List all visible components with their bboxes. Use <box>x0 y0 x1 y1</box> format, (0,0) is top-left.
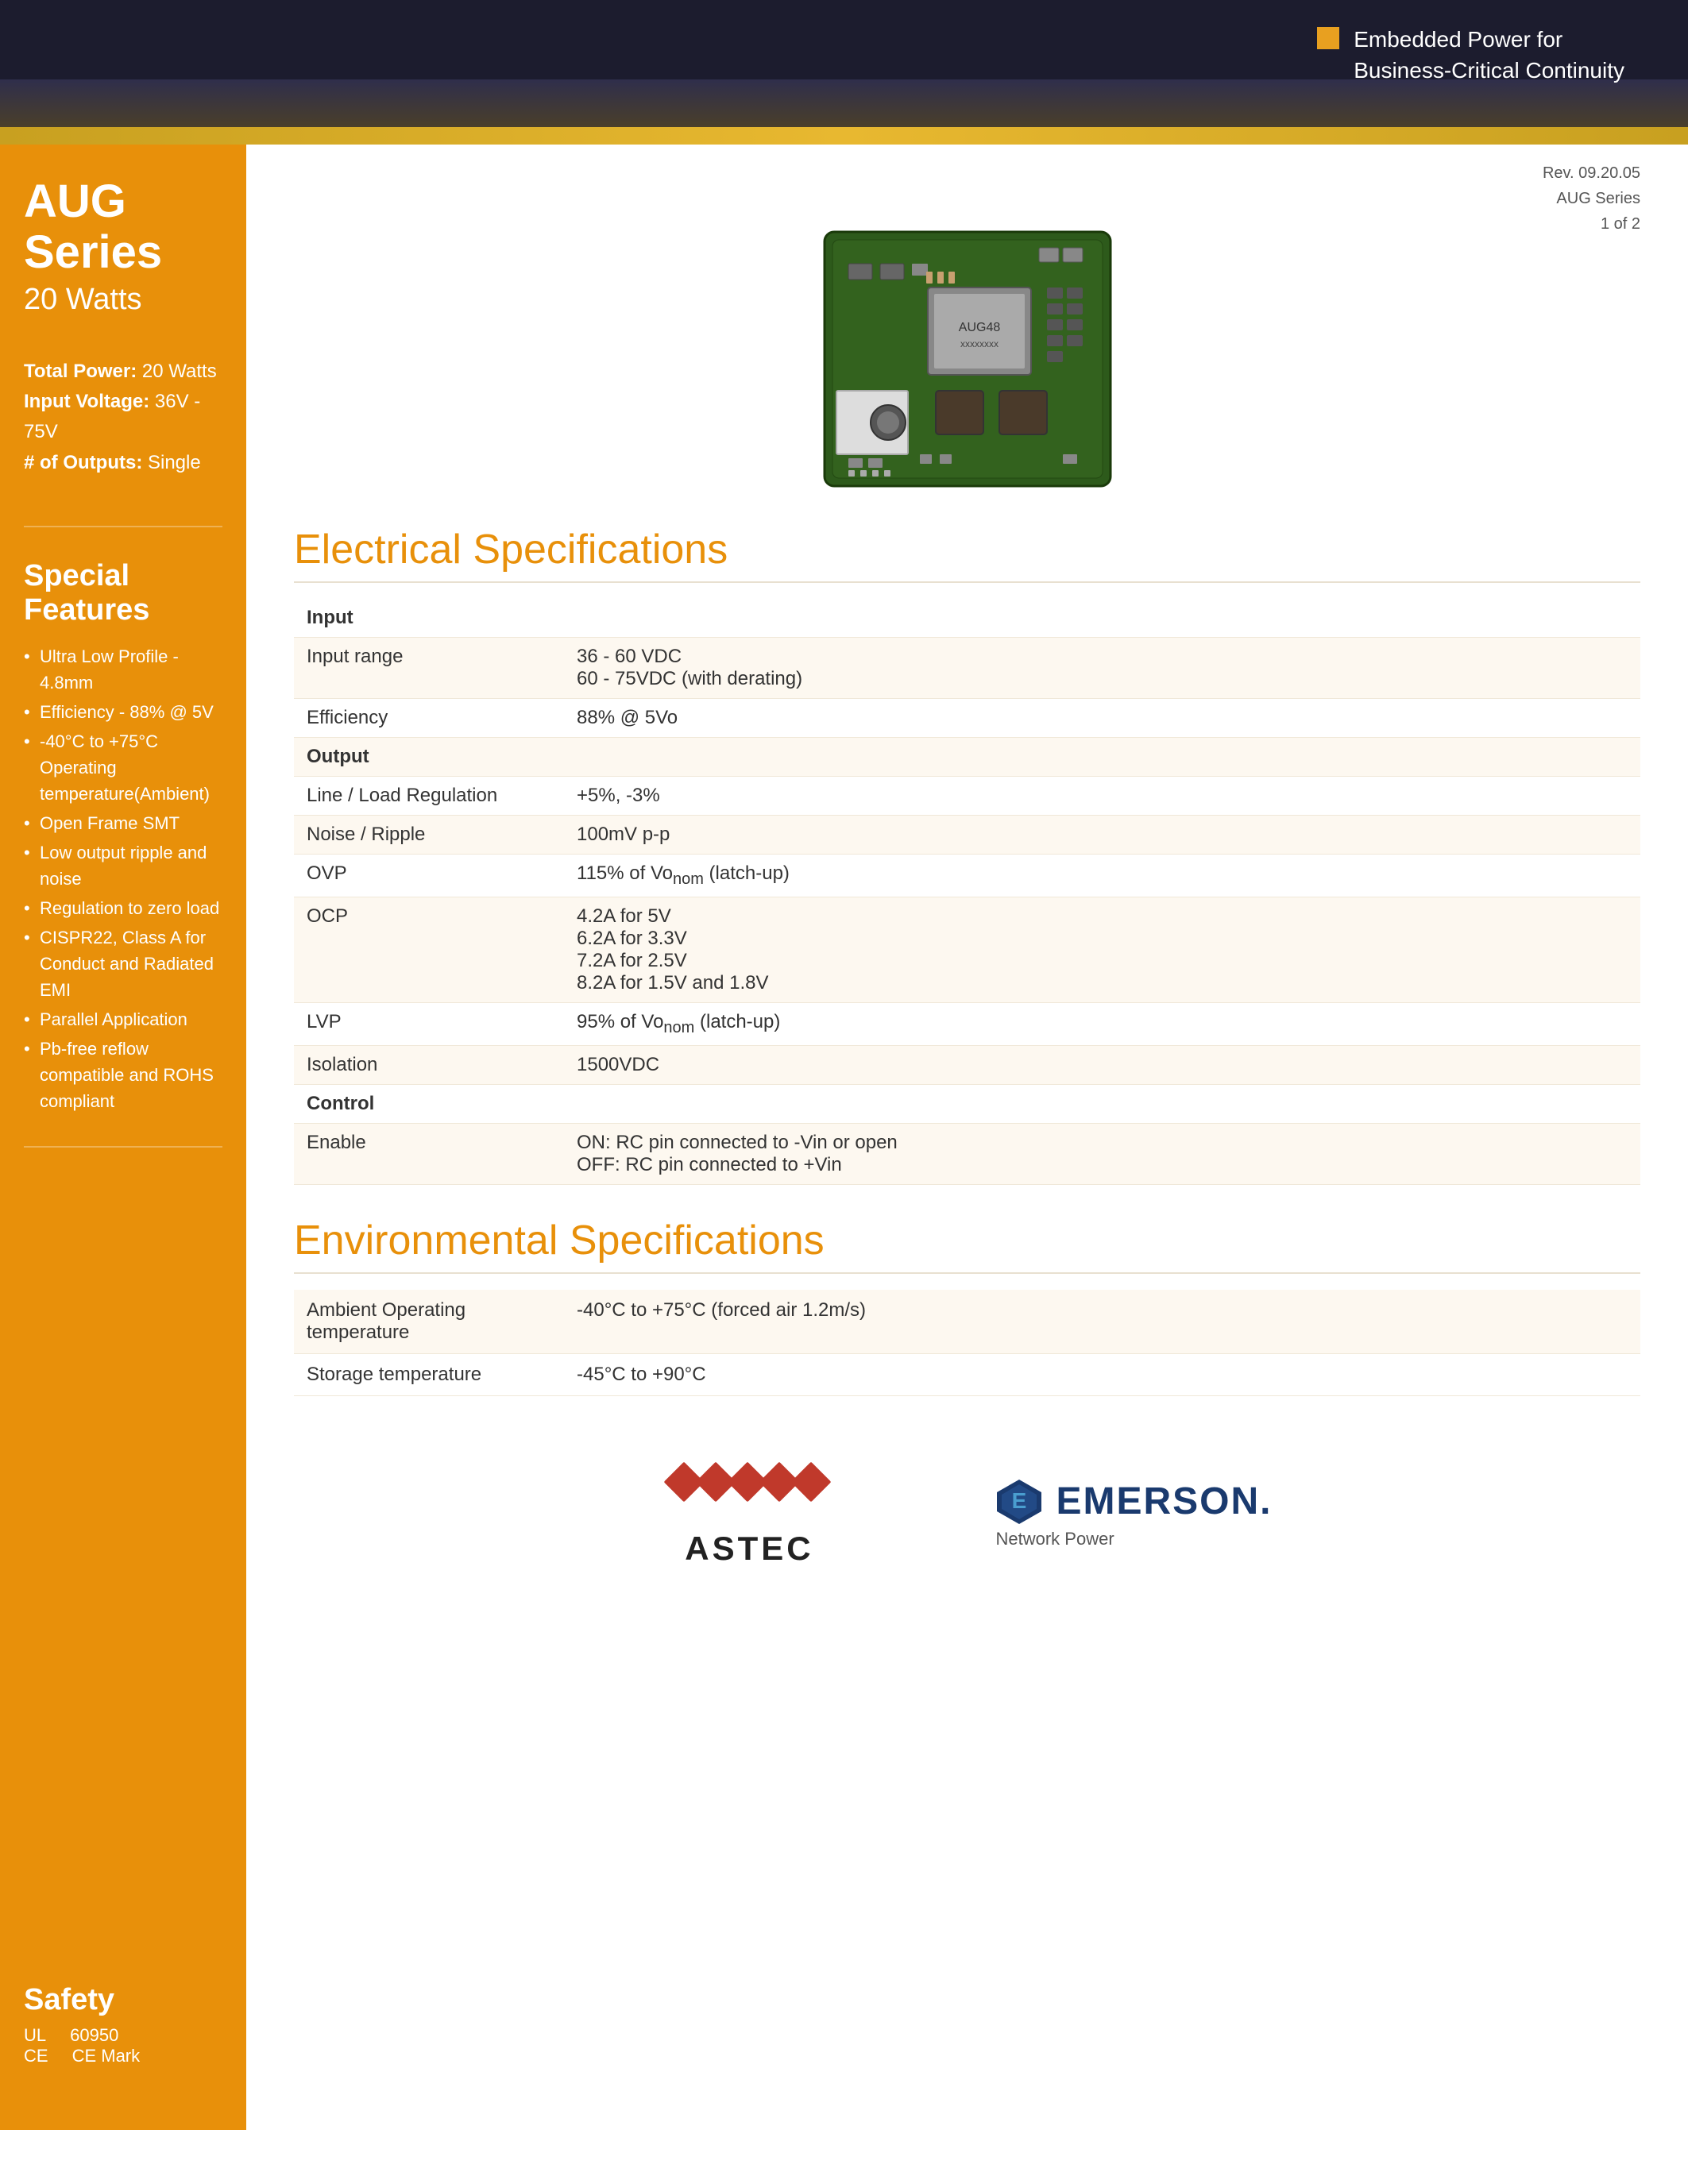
sidebar-divider-1 <box>24 526 222 527</box>
svg-text:AUG48: AUG48 <box>958 321 1000 334</box>
electrical-specs-section: Electrical Specifications Input Input ra… <box>294 526 1640 1185</box>
enable-label: Enable <box>294 1123 564 1184</box>
storage-temp-row: Storage temperature -45°C to +90°C <box>294 1353 1640 1395</box>
electrical-specs-table: Input Input range 36 - 60 VDC 60 - 75VDC… <box>294 599 1640 1185</box>
noise-ripple-label: Noise / Ripple <box>294 816 564 855</box>
efficiency-value: 88% @ 5Vo <box>564 699 1640 738</box>
emerson-subtitle: Network Power <box>995 1529 1114 1549</box>
astec-diamonds-svg <box>662 1460 836 1523</box>
storage-temp-label: Storage temperature <box>294 1353 564 1395</box>
sidebar-safety-title: Safety <box>24 1983 140 2017</box>
ambient-temp-label: Ambient Operating temperature <box>294 1290 564 1354</box>
svg-text:xxxxxxxx: xxxxxxxx <box>960 338 999 349</box>
line-load-label: Line / Load Regulation <box>294 777 564 816</box>
input-header: Input <box>294 599 1640 638</box>
lvp-value: 95% of Vonom (latch-up) <box>564 1002 1640 1045</box>
emerson-top: E EMERSON. <box>995 1478 1272 1526</box>
astec-logo: ASTEC <box>662 1460 836 1568</box>
feature-item: Regulation to zero load <box>24 895 222 921</box>
line-load-value: +5%, -3% <box>564 777 1640 816</box>
feature-item: Open Frame SMT <box>24 810 222 836</box>
output-header: Output <box>294 738 1640 777</box>
ocp-value: 4.2A for 5V 6.2A for 3.3V 7.2A for 2.5V … <box>564 897 1640 1002</box>
product-image-container: AUG48 xxxxxxxx <box>294 224 1640 494</box>
output-header-row: Output <box>294 738 1640 777</box>
astec-diamonds <box>662 1460 836 1523</box>
svg-text:E: E <box>1012 1488 1027 1513</box>
astec-text: ASTEC <box>685 1530 813 1568</box>
sidebar-input-voltage: Input Voltage: 36V - 75V <box>24 387 222 448</box>
storage-temp-value: -45°C to +90°C <box>564 1353 1640 1395</box>
enable-value: ON: RC pin connected to -Vin or open OFF… <box>564 1123 1640 1184</box>
emerson-icon-svg: E <box>995 1478 1043 1526</box>
noise-ripple-row: Noise / Ripple 100mV p-p <box>294 816 1640 855</box>
ocp-label: OCP <box>294 897 564 1002</box>
lvp-label: LVP <box>294 1002 564 1045</box>
sidebar: AUG Series 20 Watts Total Power: 20 Watt… <box>0 145 246 2130</box>
input-range-label: Input range <box>294 638 564 699</box>
sidebar-safety: Safety UL 60950 CE CE Mark <box>24 1983 140 2066</box>
isolation-row: Isolation 1500VDC <box>294 1045 1640 1084</box>
header-accent-bar <box>0 127 1688 145</box>
rev-info: Rev. 09.20.05 AUG Series 1 of 2 <box>1543 160 1640 237</box>
sidebar-specs: Total Power: 20 Watts Input Voltage: 36V… <box>24 357 222 479</box>
sidebar-series-title: AUG Series <box>24 176 222 278</box>
ovp-value: 115% of Vonom (latch-up) <box>564 855 1640 897</box>
sidebar-divider-2 <box>24 1146 222 1148</box>
input-range-row: Input range 36 - 60 VDC 60 - 75VDC (with… <box>294 638 1640 699</box>
main-layout: AUG Series 20 Watts Total Power: 20 Watt… <box>0 145 1688 2130</box>
lvp-row: LVP 95% of Vonom (latch-up) <box>294 1002 1640 1045</box>
enable-row: Enable ON: RC pin connected to -Vin or o… <box>294 1123 1640 1184</box>
efficiency-label: Efficiency <box>294 699 564 738</box>
noise-ripple-value: 100mV p-p <box>564 816 1640 855</box>
emerson-name: EMERSON. <box>1056 1480 1272 1523</box>
sidebar-watts: 20 Watts <box>24 283 222 317</box>
ovp-row: OVP 115% of Vonom (latch-up) <box>294 855 1640 897</box>
sidebar-special-features-title: Special Features <box>24 559 222 627</box>
feature-item: Low output ripple and noise <box>24 839 222 892</box>
feature-item: Parallel Application <box>24 1006 222 1032</box>
environmental-specs-title: Environmental Specifications <box>294 1217 1640 1274</box>
sidebar-safety-ul: UL 60950 <box>24 2025 140 2046</box>
ambient-temp-row: Ambient Operating temperature -40°C to +… <box>294 1290 1640 1354</box>
isolation-value: 1500VDC <box>564 1045 1640 1084</box>
control-header: Control <box>294 1084 1640 1123</box>
sidebar-features-list: Ultra Low Profile - 4.8mm Efficiency - 8… <box>24 643 222 1114</box>
emerson-logo: E EMERSON. Network Power <box>995 1478 1272 1549</box>
feature-item: Pb-free reflow compatible and ROHS compl… <box>24 1036 222 1114</box>
header-accent-square <box>1317 27 1339 49</box>
environmental-specs-section: Environmental Specifications Ambient Ope… <box>294 1217 1640 1396</box>
environmental-specs-table: Ambient Operating temperature -40°C to +… <box>294 1290 1640 1396</box>
header-tagline: Embedded Power for Business-Critical Con… <box>1317 24 1624 86</box>
pcb-image: AUG48 xxxxxxxx <box>809 224 1126 494</box>
line-load-row: Line / Load Regulation +5%, -3% <box>294 777 1640 816</box>
ovp-label: OVP <box>294 855 564 897</box>
feature-item: Efficiency - 88% @ 5V <box>24 699 222 725</box>
sidebar-outputs: # of Outputs: Single <box>24 448 222 478</box>
isolation-label: Isolation <box>294 1045 564 1084</box>
header-bar: Embedded Power for Business-Critical Con… <box>0 0 1688 127</box>
electrical-specs-title: Electrical Specifications <box>294 526 1640 583</box>
header-tagline-text: Embedded Power for Business-Critical Con… <box>1354 24 1624 86</box>
ocp-row: OCP 4.2A for 5V 6.2A for 3.3V 7.2A for 2… <box>294 897 1640 1002</box>
feature-item: CISPR22, Class A for Conduct and Radiate… <box>24 924 222 1003</box>
ambient-temp-value: -40°C to +75°C (forced air 1.2m/s) <box>564 1290 1640 1354</box>
feature-item: Ultra Low Profile - 4.8mm <box>24 643 222 696</box>
sidebar-safety-ce: CE CE Mark <box>24 2046 140 2066</box>
input-header-row: Input <box>294 599 1640 638</box>
control-header-row: Control <box>294 1084 1640 1123</box>
sidebar-total-power: Total Power: 20 Watts <box>24 357 222 387</box>
efficiency-row: Efficiency 88% @ 5Vo <box>294 699 1640 738</box>
footer-logos: ASTEC E EMERSON. Network Power <box>294 1460 1640 1615</box>
content-area: Rev. 09.20.05 AUG Series 1 of 2 AUG48 xx… <box>246 145 1688 2130</box>
input-range-value: 36 - 60 VDC 60 - 75VDC (with derating) <box>564 638 1640 699</box>
feature-item: -40°C to +75°C Operating temperature(Amb… <box>24 728 222 807</box>
